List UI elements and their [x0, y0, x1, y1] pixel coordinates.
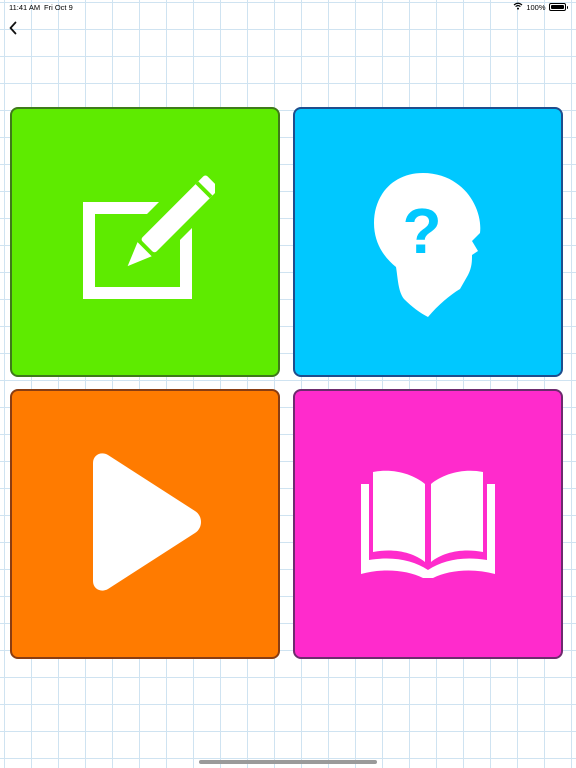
battery-icon [548, 3, 566, 11]
edit-pencil-icon [83, 175, 215, 299]
back-button[interactable] [4, 18, 22, 38]
play-icon [93, 453, 201, 591]
head-question-icon: ? [374, 173, 481, 317]
status-date: Fri Oct 9 [44, 3, 73, 12]
status-right: 100% [513, 2, 568, 12]
battery-percent: 100% [526, 2, 546, 12]
chevron-left-icon [9, 21, 17, 35]
open-book-icon [361, 470, 495, 578]
wifi-icon [513, 2, 523, 12]
play-tile-button[interactable] [10, 389, 280, 659]
read-tile-button[interactable] [293, 389, 563, 659]
battery-tip [566, 5, 568, 9]
status-bar: 11:41 AM Fri Oct 9 100% [0, 0, 576, 14]
svg-text:?: ? [402, 195, 441, 267]
home-indicator[interactable] [199, 760, 377, 764]
write-tile-button[interactable] [10, 107, 280, 377]
quiz-tile-button[interactable]: ? [293, 107, 563, 377]
status-time: 11:41 AM [9, 3, 41, 12]
